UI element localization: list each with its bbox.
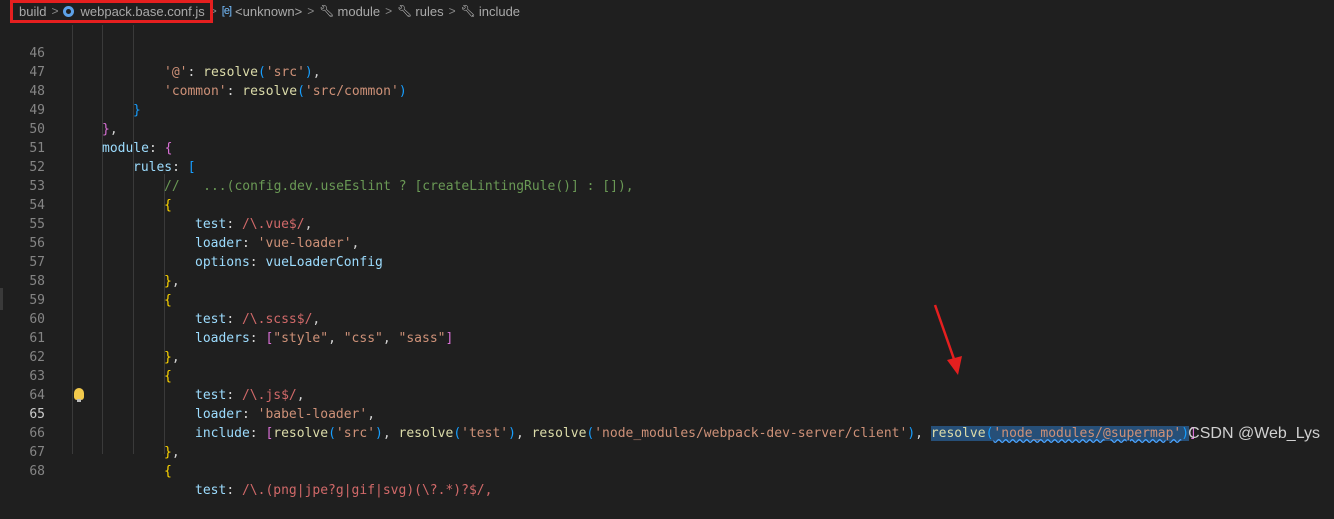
annotation-arrow [933,304,962,375]
code-text: test: /\.(png|jpe?g|gif|svg)(\?.*)?$/, [195,483,493,498]
code-text: { [164,464,172,479]
watermark: CSDN @Web_Lys [1188,425,1320,442]
line-number: 68 [29,464,45,479]
